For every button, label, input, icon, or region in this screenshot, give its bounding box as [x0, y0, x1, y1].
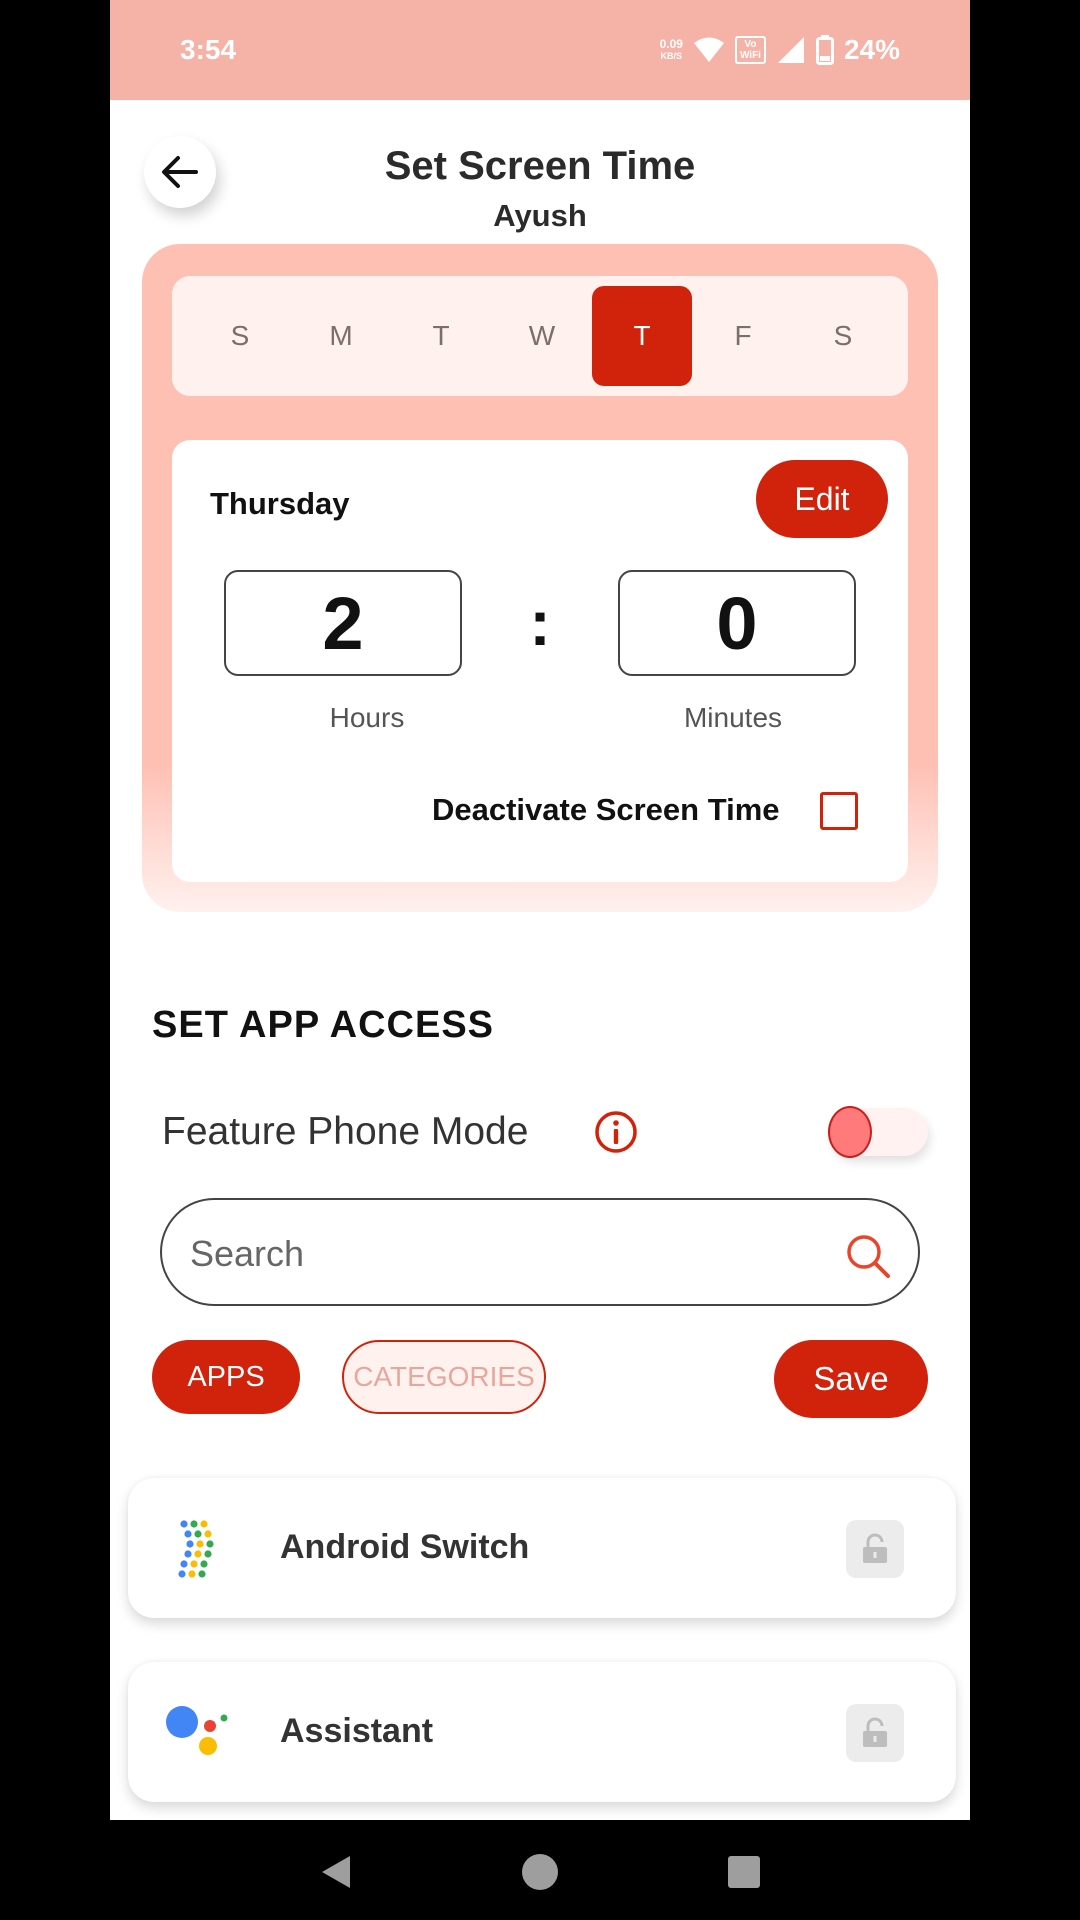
page-title: Set Screen Time — [384, 144, 696, 188]
lock-toggle-button[interactable] — [846, 1520, 904, 1578]
day-sunday[interactable]: S — [190, 286, 290, 386]
app-screen: 3:54 0.09 KB/S Vo WiFi 24% Set Screen Ti… — [110, 0, 970, 1920]
screen-time-card: S M T W T F S Thursday Edit 2 : 0 Hours … — [142, 244, 938, 912]
lock-toggle-button[interactable] — [846, 1704, 904, 1762]
status-time: 3:54 — [180, 34, 237, 65]
nav-home-icon[interactable] — [520, 1852, 560, 1892]
vowifi-badge: Vo WiFi — [734, 36, 766, 64]
network-speed-unit: KB/S — [660, 51, 683, 61]
day-tuesday[interactable]: T — [391, 286, 491, 386]
hours-label: Hours — [329, 702, 405, 733]
vowifi-top: Vo — [744, 39, 757, 50]
deactivate-screen-time-label: Deactivate Screen Time — [432, 792, 780, 827]
info-icon[interactable] — [594, 1110, 638, 1154]
search-bar[interactable] — [160, 1198, 920, 1306]
app-item-android-switch[interactable]: Android Switch — [128, 1478, 956, 1618]
unlock-icon — [863, 1533, 887, 1563]
device-frame: 3:54 0.09 KB/S Vo WiFi 24% Set Screen Ti… — [0, 0, 1080, 1920]
deactivate-screen-time-checkbox[interactable] — [820, 792, 858, 830]
day-time-limit-card: Thursday Edit 2 : 0 Hours Minutes Deacti… — [172, 440, 908, 882]
status-icons: 0.09 KB/S Vo WiFi 24% — [660, 30, 900, 70]
day-saturday[interactable]: S — [793, 286, 893, 386]
nav-back-icon[interactable] — [316, 1852, 356, 1892]
tab-categories[interactable]: CATEGORIES — [342, 1340, 546, 1414]
app-name: Android Switch — [280, 1528, 530, 1566]
status-bar: 3:54 0.09 KB/S Vo WiFi 24% — [110, 0, 970, 100]
minutes-field[interactable]: 0 — [618, 570, 856, 676]
feature-phone-mode-label: Feature Phone Mode — [162, 1110, 529, 1153]
system-nav-bar — [110, 1820, 970, 1920]
toggle-knob — [828, 1106, 872, 1158]
edit-button[interactable]: Edit — [756, 460, 888, 538]
minutes-label: Minutes — [683, 702, 783, 733]
header: Set Screen Time Ayush — [110, 100, 970, 240]
assistant-icon — [166, 1706, 228, 1755]
app-item-assistant[interactable]: Assistant — [128, 1662, 956, 1802]
unlock-icon — [863, 1717, 887, 1747]
hours-field[interactable]: 2 — [224, 570, 462, 676]
vowifi-bottom: WiFi — [739, 50, 761, 61]
feature-phone-mode-toggle[interactable] — [828, 1106, 928, 1158]
child-name: Ayush — [493, 198, 587, 233]
battery-icon — [815, 35, 834, 65]
day-selector: S M T W T F S — [172, 276, 908, 396]
network-speed-value: 0.09 — [659, 37, 683, 51]
day-friday[interactable]: F — [693, 286, 793, 386]
search-input[interactable] — [190, 1224, 810, 1284]
save-button[interactable]: Save — [774, 1340, 928, 1418]
app-name: Assistant — [280, 1712, 434, 1750]
time-separator: : — [529, 587, 551, 659]
network-speed: 0.09 KB/S — [660, 38, 683, 62]
day-thursday[interactable]: T — [592, 286, 692, 386]
wifi-icon — [693, 37, 724, 62]
day-wednesday[interactable]: W — [492, 286, 592, 386]
nav-recents-icon[interactable] — [724, 1852, 764, 1892]
search-icon[interactable] — [844, 1232, 892, 1280]
android-switch-icon — [178, 1520, 214, 1578]
battery-percent: 24% — [843, 34, 900, 65]
day-monday[interactable]: M — [291, 286, 391, 386]
selected-day-label: Thursday — [210, 486, 350, 521]
section-title-app-access: SET APP ACCESS — [152, 1004, 495, 1046]
tab-apps[interactable]: APPS — [152, 1340, 300, 1414]
signal-icon — [777, 37, 804, 63]
